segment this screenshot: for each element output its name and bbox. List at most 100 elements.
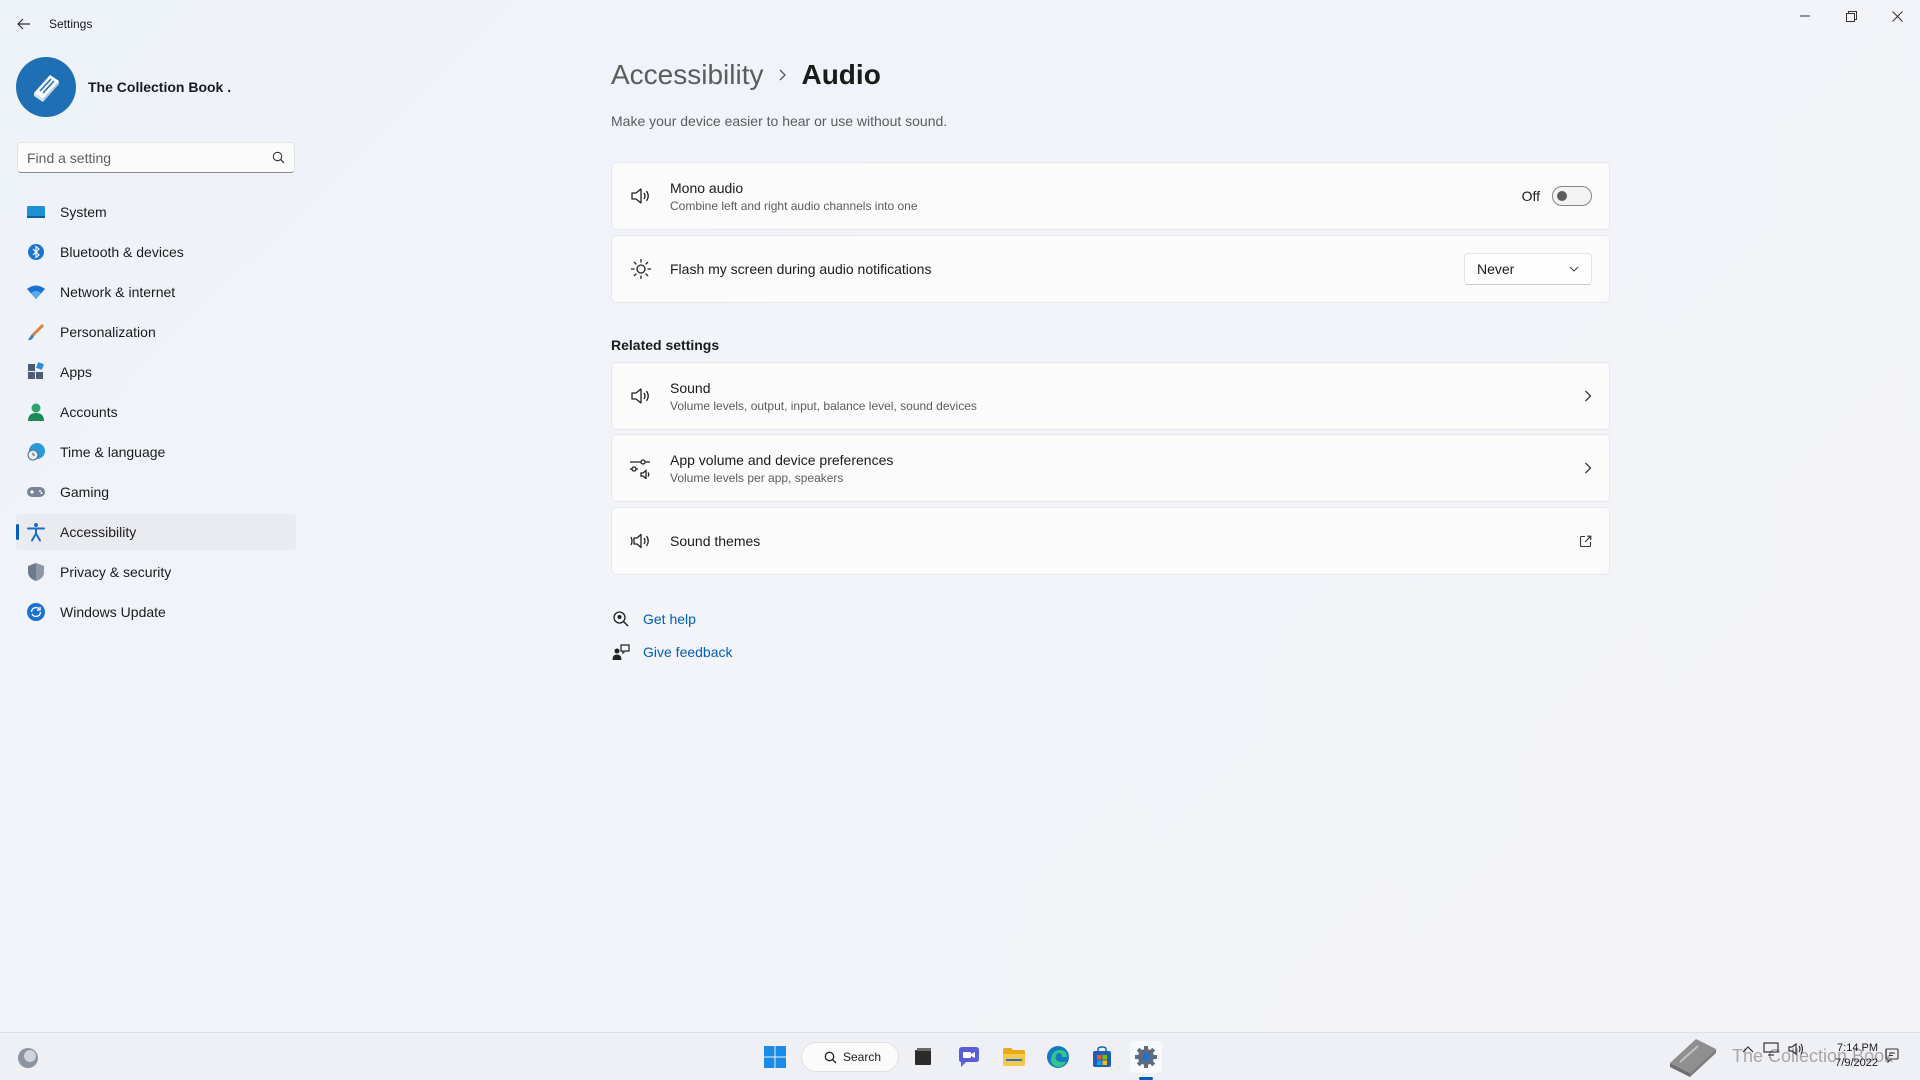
- chevron-down-icon: [1569, 266, 1579, 272]
- sidebar-item-label: System: [60, 204, 107, 220]
- mono-audio-toggle[interactable]: [1552, 186, 1592, 206]
- close-icon: [1891, 10, 1903, 22]
- setting-title: App volume and device preferences: [670, 451, 894, 468]
- notification-icon[interactable]: [1884, 1047, 1900, 1063]
- sound-themes-icon: [629, 529, 653, 553]
- app-volume-link-card[interactable]: App volume and device preferences Volume…: [611, 434, 1610, 502]
- breadcrumb-parent[interactable]: Accessibility: [611, 59, 763, 91]
- sidebar-item-network[interactable]: Network & internet: [16, 274, 296, 310]
- sidebar-item-label: Apps: [60, 364, 92, 380]
- chat-button[interactable]: [953, 1041, 985, 1073]
- setting-subtitle: Combine left and right audio channels in…: [670, 198, 918, 213]
- shield-icon: [26, 562, 46, 582]
- update-icon: [26, 602, 46, 622]
- folder-icon: [1003, 1048, 1025, 1066]
- weather-widget-icon[interactable]: [16, 1046, 40, 1070]
- sidebar-item-label: Personalization: [60, 324, 156, 340]
- feedback-icon: [611, 642, 631, 662]
- mixer-sliders-icon: [629, 456, 653, 480]
- sidebar-item-gaming[interactable]: Gaming: [16, 474, 296, 510]
- search-icon: [272, 151, 285, 164]
- get-help-link[interactable]: Get help: [611, 608, 696, 630]
- back-arrow-icon: [17, 18, 30, 30]
- start-button[interactable]: [759, 1041, 791, 1073]
- search-icon: [824, 1051, 837, 1064]
- wifi-icon: [26, 282, 46, 302]
- network-monitor-icon[interactable]: [1763, 1042, 1779, 1056]
- avatar: [16, 57, 76, 117]
- speaker-icon: [629, 384, 653, 408]
- chat-icon: [959, 1047, 979, 1067]
- taskbar-search-button[interactable]: Search: [801, 1042, 899, 1072]
- sidebar-item-label: Gaming: [60, 484, 110, 500]
- close-button[interactable]: [1874, 0, 1920, 32]
- flash-screen-card: Flash my screen during audio notificatio…: [611, 235, 1610, 303]
- sidebar-item-label: Network & internet: [60, 284, 176, 300]
- sidebar-item-label: Accessibility: [60, 524, 137, 540]
- sidebar-item-bluetooth[interactable]: Bluetooth & devices: [16, 234, 296, 270]
- sidebar-item-accessibility[interactable]: Accessibility: [16, 514, 296, 550]
- flash-screen-dropdown[interactable]: Never: [1464, 253, 1592, 285]
- sidebar-item-time-language[interactable]: Time & language: [16, 434, 296, 470]
- sidebar-item-label: Time & language: [60, 444, 166, 460]
- speaker-icon: [629, 184, 653, 208]
- sidebar-item-personalization[interactable]: Personalization: [16, 314, 296, 350]
- edge-button[interactable]: [1042, 1041, 1074, 1073]
- chevron-right-icon: [777, 68, 787, 82]
- toggle-knob: [1557, 191, 1567, 201]
- help-icon: [611, 609, 631, 629]
- sidebar-item-label: Bluetooth & devices: [60, 244, 184, 260]
- sound-themes-link-card[interactable]: Sound themes: [611, 507, 1610, 575]
- search-input[interactable]: [27, 149, 272, 166]
- restore-button[interactable]: [1828, 0, 1874, 32]
- sidebar-item-accounts[interactable]: Accounts: [16, 394, 296, 430]
- setting-subtitle: Volume levels, output, input, balance le…: [670, 398, 977, 413]
- search-box[interactable]: [17, 142, 295, 173]
- windows-logo-icon: [764, 1046, 786, 1068]
- globe-clock-icon: [26, 442, 46, 462]
- mono-audio-card: Mono audio Combine left and right audio …: [611, 162, 1610, 230]
- minimize-button[interactable]: [1782, 0, 1828, 32]
- settings-app-button[interactable]: [1130, 1041, 1162, 1073]
- store-icon: [1093, 1046, 1111, 1067]
- bluetooth-icon: [26, 242, 46, 262]
- taskbar-clock[interactable]: 7:14 PM 7/9/2022: [1820, 1041, 1878, 1071]
- sidebar-item-privacy[interactable]: Privacy & security: [16, 554, 296, 590]
- sidebar-item-label: Accounts: [60, 404, 118, 420]
- title-bar: Settings: [0, 0, 1920, 48]
- task-view-button[interactable]: [907, 1041, 939, 1073]
- sound-link-card[interactable]: Sound Volume levels, output, input, bala…: [611, 362, 1610, 430]
- back-button[interactable]: [10, 12, 38, 36]
- user-profile[interactable]: The Collection Book .: [16, 56, 231, 118]
- accessibility-icon: [26, 522, 46, 542]
- taskbar: Search: [0, 1032, 1920, 1080]
- brush-icon: [26, 322, 46, 342]
- gear-icon: [1135, 1046, 1157, 1068]
- file-explorer-button[interactable]: [998, 1041, 1030, 1073]
- sidebar-item-windows-update[interactable]: Windows Update: [16, 594, 296, 630]
- setting-title: Mono audio: [670, 179, 744, 196]
- sidebar-item-apps[interactable]: Apps: [16, 354, 296, 390]
- toggle-state-label: Off: [1521, 188, 1540, 204]
- setting-title: Flash my screen during audio notificatio…: [670, 261, 932, 277]
- clock-date: 7/9/2022: [1835, 1057, 1878, 1069]
- page-description: Make your device easier to hear or use w…: [611, 113, 948, 129]
- sidebar-item-system[interactable]: System: [16, 194, 296, 230]
- minimize-icon: [1800, 15, 1810, 17]
- volume-icon[interactable]: [1788, 1042, 1806, 1056]
- profile-name: The Collection Book .: [88, 79, 232, 95]
- accounts-icon: [26, 402, 46, 422]
- setting-title: Sound: [670, 379, 711, 396]
- give-feedback-link[interactable]: Give feedback: [611, 641, 733, 663]
- page-title: Audio: [801, 59, 881, 90]
- chevron-right-icon: [1585, 390, 1592, 402]
- system-icon: [26, 202, 46, 222]
- brightness-icon: [629, 257, 653, 281]
- clock-time: 7:14 PM: [1837, 1042, 1878, 1054]
- related-settings-heading: Related settings: [611, 337, 720, 353]
- give-feedback-text[interactable]: Give feedback: [643, 644, 733, 660]
- store-button[interactable]: [1086, 1041, 1118, 1073]
- chevron-up-icon[interactable]: [1742, 1045, 1754, 1053]
- get-help-text[interactable]: Get help: [643, 611, 696, 627]
- sidebar-item-label: Privacy & security: [60, 564, 172, 580]
